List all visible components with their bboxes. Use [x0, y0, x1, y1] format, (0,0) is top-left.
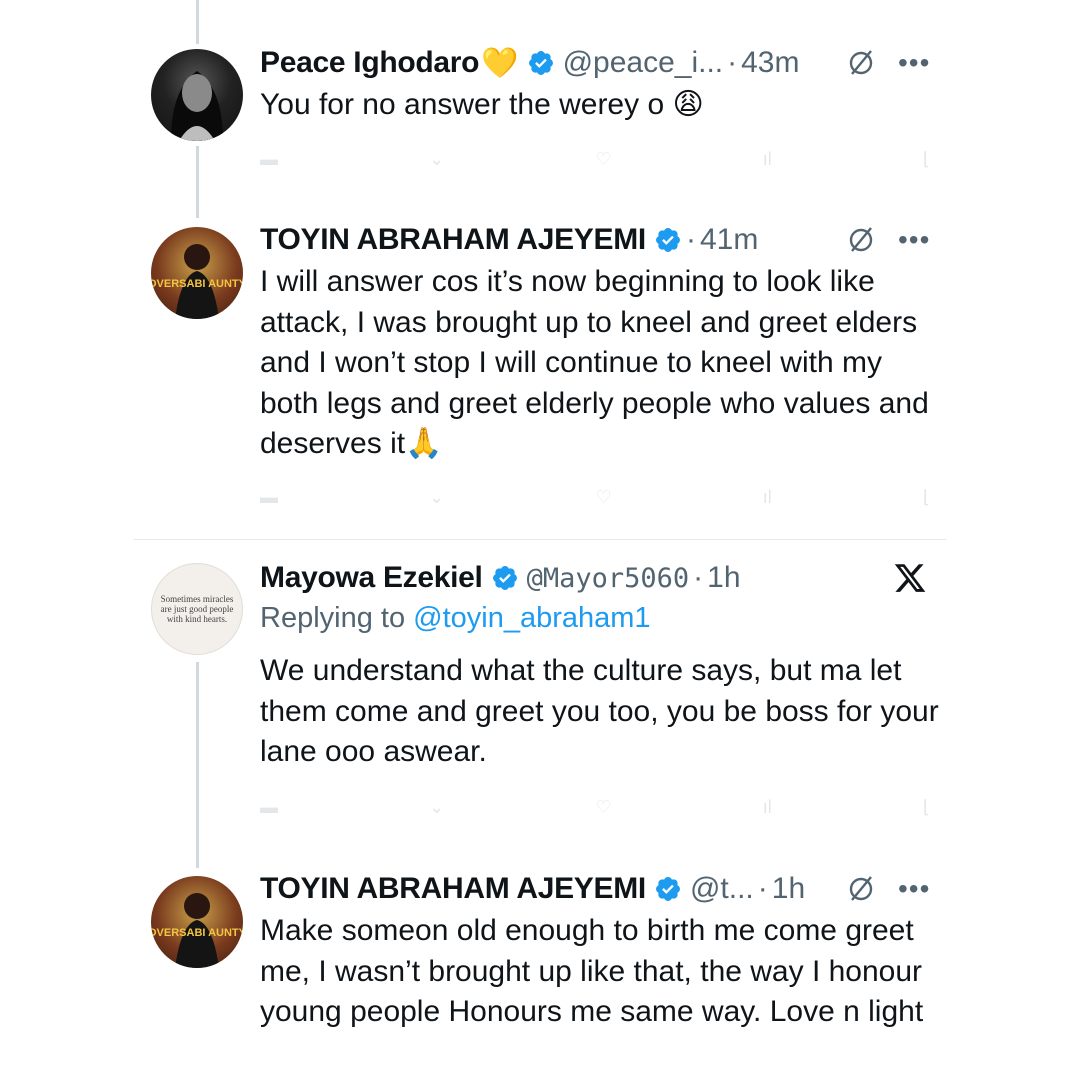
- verified-badge-icon: [656, 877, 680, 901]
- more-options-icon[interactable]: •••: [898, 226, 930, 254]
- repost-icon[interactable]: ⌄: [429, 487, 444, 508]
- like-icon[interactable]: ♡: [595, 797, 611, 818]
- tweet-actions-right: •••: [846, 225, 930, 255]
- tweet-text: Make someon old enough to birth me come …: [260, 914, 924, 1028]
- tweet[interactable]: TOYIN ABRAHAM AJEYEMI · 41m I will answe…: [260, 220, 940, 465]
- reply-icon[interactable]: ▬: [260, 149, 278, 170]
- thread-line-1: [196, 146, 199, 218]
- grok-icon[interactable]: [846, 225, 876, 255]
- timestamp[interactable]: 1h: [772, 872, 805, 906]
- tweet-divider: [134, 539, 946, 540]
- thread-line-top: [196, 0, 199, 44]
- avatar-title-text: OVERSABI AUNTY: [151, 278, 243, 290]
- display-name[interactable]: Mayowa Ezekiel: [260, 561, 483, 595]
- avatar-title-text: OVERSABI AUNTY: [151, 927, 243, 939]
- faded-action-bar: ▬ ⌄ ♡ ıl ⌊: [260, 144, 930, 174]
- more-options-icon[interactable]: •••: [898, 875, 930, 903]
- tweet-text: I will answer cos it’s now beginning to …: [260, 265, 929, 460]
- views-icon[interactable]: ıl: [763, 149, 772, 170]
- more-options-icon[interactable]: •••: [898, 49, 930, 77]
- timestamp[interactable]: 41m: [700, 223, 758, 257]
- grok-icon[interactable]: [846, 874, 876, 904]
- repost-icon[interactable]: ⌄: [429, 797, 444, 818]
- handle[interactable]: @t...: [690, 872, 754, 906]
- yellow-heart-emoji: 💛: [481, 46, 519, 80]
- verified-badge-icon: [528, 51, 553, 75]
- views-icon[interactable]: ıl: [763, 487, 772, 508]
- display-name[interactable]: TOYIN ABRAHAM AJEYEMI: [260, 223, 646, 257]
- avatar[interactable]: Sometimes miracles are just good people …: [151, 563, 243, 655]
- views-icon[interactable]: ıl: [763, 797, 772, 818]
- reply-icon[interactable]: ▬: [260, 487, 278, 508]
- tweet-actions-right: •••: [846, 874, 930, 904]
- timestamp[interactable]: 43m: [741, 46, 799, 80]
- faded-action-bar: ▬ ⌄ ♡ ıl ⌊: [260, 792, 930, 822]
- replying-to-handle-link[interactable]: @toyin_abraham1: [413, 602, 650, 634]
- avatar[interactable]: [151, 49, 243, 141]
- avatar[interactable]: OVERSABI AUNTY: [151, 227, 243, 319]
- avatar-quote-text: Sometimes miracles are just good people …: [160, 594, 234, 624]
- reply-icon[interactable]: ▬: [260, 797, 278, 818]
- tweet-actions-right: •••: [846, 48, 930, 78]
- tweet-text: We understand what the culture says, but…: [260, 654, 939, 768]
- separator-dot: ·: [727, 46, 738, 79]
- handle[interactable]: @peace_i...: [563, 46, 724, 80]
- x-logo-icon: [894, 564, 926, 592]
- bookmark-icon[interactable]: ⌊: [923, 487, 930, 508]
- replying-to: Replying to @toyin_abraham1: [260, 602, 940, 635]
- verified-badge-icon: [492, 566, 517, 590]
- like-icon[interactable]: ♡: [595, 487, 611, 508]
- replying-to-label: Replying to: [260, 602, 406, 634]
- verified-badge-icon: [656, 228, 680, 252]
- timestamp[interactable]: 1h: [707, 561, 740, 595]
- handle[interactable]: @Mayor5060: [527, 563, 690, 594]
- tweet-text: You for no answer the werey o 😩: [260, 88, 704, 121]
- thread-line-3: [196, 662, 199, 868]
- bookmark-icon[interactable]: ⌊: [923, 797, 930, 818]
- display-name[interactable]: TOYIN ABRAHAM AJEYEMI: [260, 872, 646, 906]
- grok-icon[interactable]: [846, 48, 876, 78]
- display-name[interactable]: Peace Ighodaro: [260, 46, 480, 80]
- avatar[interactable]: OVERSABI AUNTY: [151, 876, 243, 968]
- separator-dot: ·: [693, 561, 704, 594]
- like-icon[interactable]: ♡: [595, 149, 611, 170]
- separator-dot: ·: [757, 872, 768, 905]
- bookmark-icon[interactable]: ⌊: [923, 149, 930, 170]
- faded-action-bar: ▬ ⌄ ♡ ıl ⌊: [260, 482, 930, 512]
- tweet[interactable]: Peace Ighodaro 💛 @peace_i... · 43m You f…: [260, 43, 940, 126]
- tweet[interactable]: Mayowa Ezekiel @Mayor5060 · 1h Replying …: [260, 558, 940, 773]
- tweet[interactable]: TOYIN ABRAHAM AJEYEMI @t... · 1h Make so…: [260, 869, 940, 1033]
- repost-icon[interactable]: ⌄: [429, 149, 444, 170]
- separator-dot: ·: [685, 223, 696, 256]
